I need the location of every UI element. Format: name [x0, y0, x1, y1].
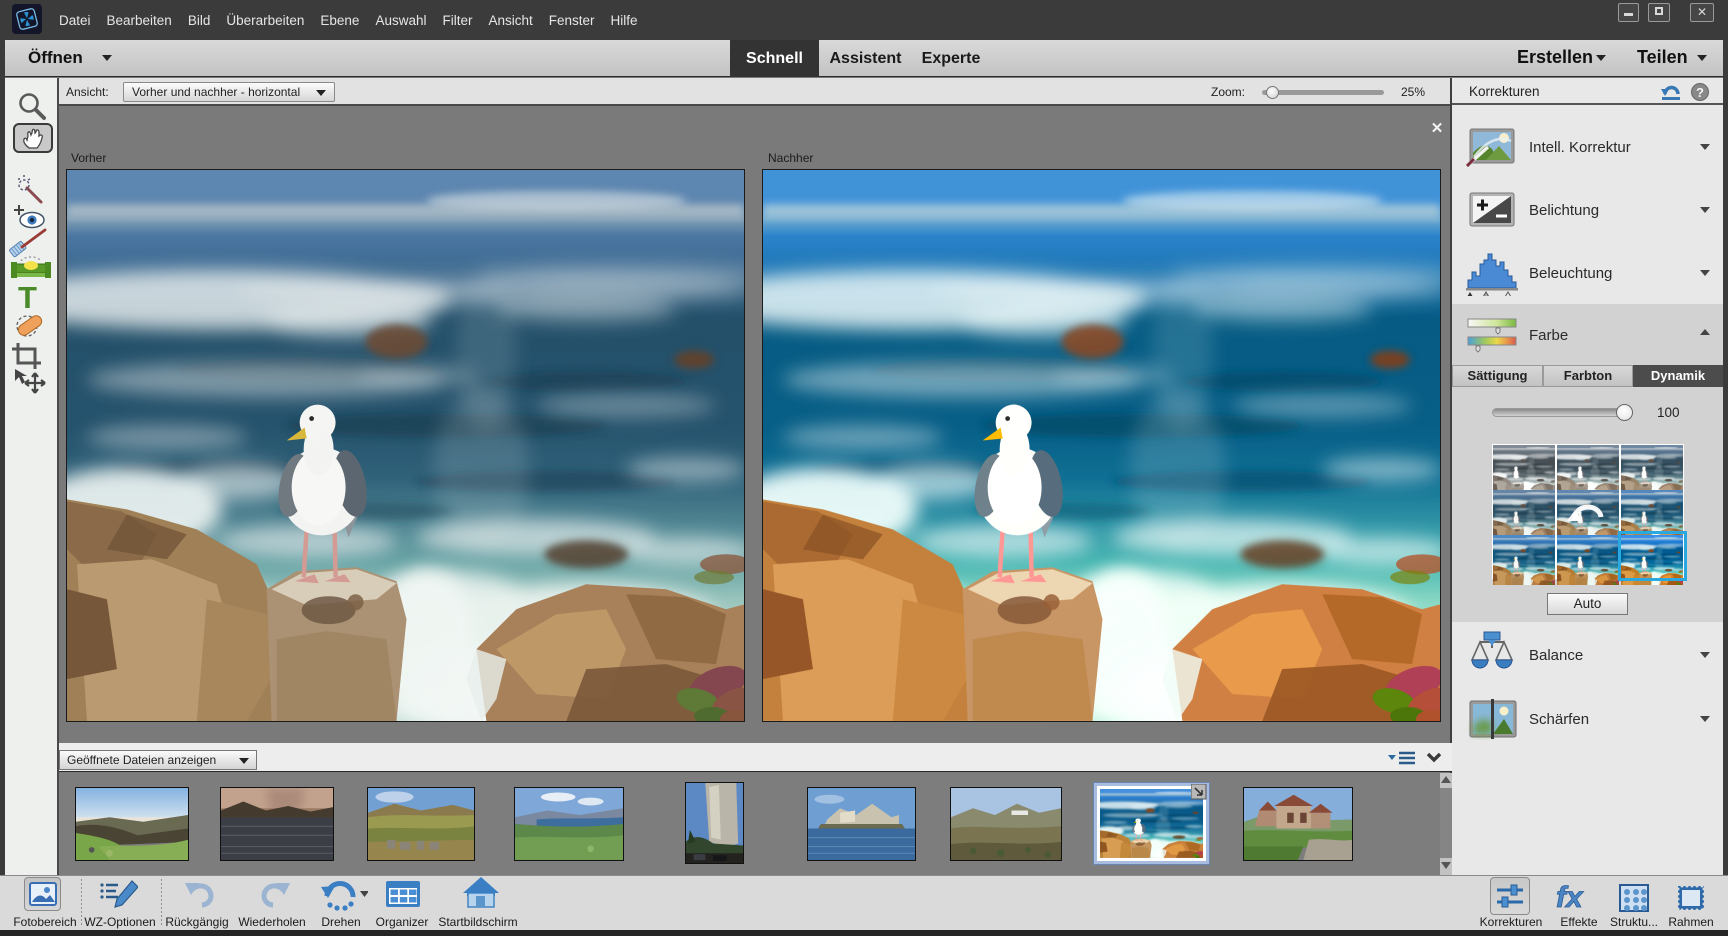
- svg-text:T: T: [18, 280, 37, 315]
- svg-text:?: ?: [1696, 85, 1704, 100]
- svg-text:fx: fx: [1556, 881, 1584, 913]
